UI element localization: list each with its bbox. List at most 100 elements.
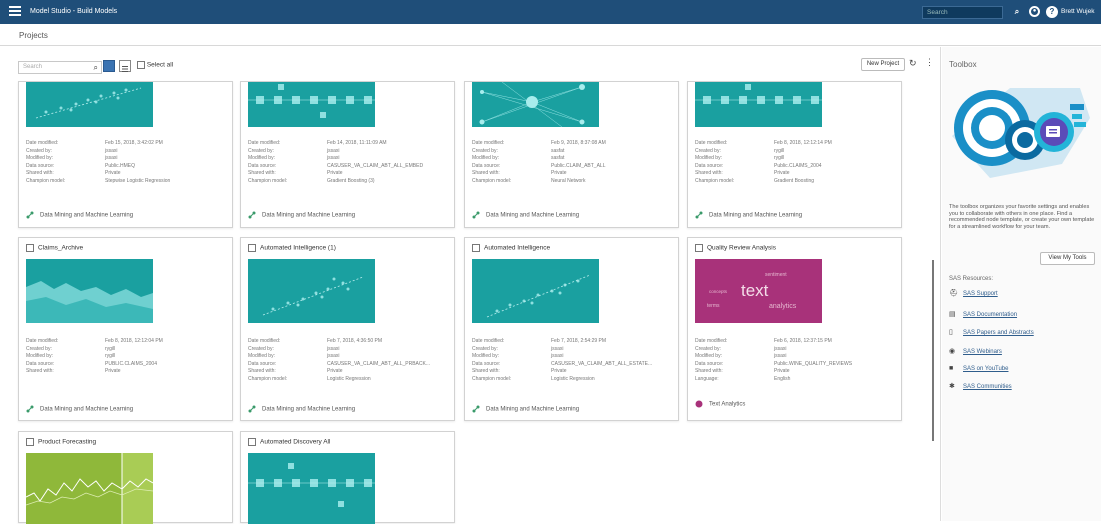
projects-search-input[interactable]: Search ⌕ bbox=[18, 61, 102, 74]
toolbox-description: The toolbox organizes your favorite sett… bbox=[949, 204, 1095, 230]
project-thumbnail bbox=[248, 82, 375, 127]
list-view-button[interactable] bbox=[119, 60, 131, 72]
card-title[interactable]: Automated Intelligence (1) bbox=[260, 245, 336, 252]
project-card[interactable]: Product Forecasting bbox=[18, 431, 233, 524]
project-card[interactable]: Automated Intelligence Date modified: Feb… bbox=[464, 237, 679, 421]
select-all-label: Select all bbox=[146, 61, 174, 69]
project-thumbnail: text sentiment analytics terms concepts bbox=[695, 259, 822, 323]
card-header: Automated Intelligence (1) bbox=[241, 238, 454, 256]
select-all[interactable]: Select all bbox=[137, 61, 173, 69]
card-header: Automated Discovery All bbox=[241, 432, 454, 450]
support-icon: ⛑ bbox=[949, 290, 958, 297]
card-title[interactable]: Automated Discovery All bbox=[260, 439, 330, 446]
word-cloud-word: concepts bbox=[709, 289, 728, 294]
page-title: Projects bbox=[19, 31, 48, 40]
new-project-button[interactable]: New Project bbox=[861, 58, 905, 71]
project-type: Data Mining and Machine Learning bbox=[26, 405, 133, 413]
card-title[interactable]: Product Forecasting bbox=[38, 439, 96, 446]
document-icon: ▯ bbox=[949, 329, 953, 336]
card-title[interactable]: Quality Review Analysis bbox=[707, 245, 776, 252]
word-cloud-word: sentiment bbox=[765, 272, 787, 278]
refresh-icon[interactable]: ↻ bbox=[909, 58, 917, 69]
data-mining-icon bbox=[472, 211, 480, 219]
project-type: Data Mining and Machine Learning bbox=[695, 211, 802, 219]
text-analytics-icon bbox=[695, 400, 703, 408]
hamburger-menu-icon[interactable] bbox=[9, 6, 21, 17]
sas-resources-title: SAS Resources: bbox=[949, 276, 994, 282]
search-placeholder: Search bbox=[23, 64, 43, 70]
card-checkbox[interactable] bbox=[248, 438, 256, 446]
app-title: Model Studio - Build Models bbox=[30, 8, 118, 15]
global-search-input[interactable]: Search bbox=[922, 6, 1003, 19]
project-card[interactable]: Date modified: Feb 8, 2018, 12:12:14 PM C… bbox=[687, 81, 902, 228]
search-icon[interactable]: ⌕ bbox=[1011, 6, 1023, 18]
top-bar: Model Studio - Build Models Search ⌕ ● ?… bbox=[0, 0, 1101, 24]
word-cloud-word: terms bbox=[707, 303, 720, 309]
project-thumbnail bbox=[472, 259, 599, 323]
grid-view-button[interactable] bbox=[103, 60, 115, 72]
search-icon[interactable]: ⌕ bbox=[94, 63, 98, 73]
resource-sas-youtube[interactable]: ■ SAS on YouTube bbox=[949, 365, 1008, 372]
card-header: Automated Intelligence bbox=[465, 238, 678, 256]
resource-sas-communities[interactable]: ✱ SAS Communities bbox=[949, 382, 1012, 390]
project-card[interactable]: Date modified: Feb 14, 2018, 11:11:09 AM … bbox=[240, 81, 455, 228]
project-meta: Date modified: Feb 15, 2018, 3:42:02 PM C… bbox=[26, 140, 171, 184]
card-checkbox[interactable] bbox=[472, 244, 480, 252]
card-checkbox[interactable] bbox=[695, 244, 703, 252]
data-mining-icon bbox=[472, 405, 480, 413]
card-checkbox[interactable] bbox=[248, 244, 256, 252]
project-meta: Date modified: Feb 7, 2018, 4:36:50 PM Cr… bbox=[248, 338, 431, 382]
resource-sas-papers[interactable]: ▯ SAS Papers and Abstracts bbox=[949, 328, 1034, 336]
project-type: Data Mining and Machine Learning bbox=[26, 211, 133, 219]
project-thumbnail bbox=[26, 453, 153, 524]
project-type: Text Analytics bbox=[695, 400, 745, 408]
project-card[interactable]: Automated Intelligence (1) Date modified… bbox=[240, 237, 455, 421]
project-meta: Date modified: Feb 7, 2018, 2:54:29 PM Cr… bbox=[472, 338, 653, 382]
word-cloud-word: analytics bbox=[769, 303, 797, 310]
data-mining-icon bbox=[26, 211, 34, 219]
project-card[interactable]: Date modified: Feb 15, 2018, 3:42:02 PM C… bbox=[18, 81, 233, 228]
card-checkbox[interactable] bbox=[26, 438, 34, 446]
list-icon bbox=[122, 66, 128, 72]
resource-sas-documentation[interactable]: ▤ SAS Documentation bbox=[949, 310, 1017, 318]
project-thumbnail bbox=[472, 82, 599, 127]
data-mining-icon bbox=[26, 405, 34, 413]
card-checkbox[interactable] bbox=[26, 244, 34, 252]
toolbox-panel: Toolbox The toolbox organizes your favor… bbox=[942, 47, 1101, 521]
project-meta: Date modified: Feb 9, 2018, 8:37:08 AM Cr… bbox=[472, 140, 606, 184]
card-header: Quality Review Analysis bbox=[688, 238, 901, 256]
project-type: Data Mining and Machine Learning bbox=[248, 405, 355, 413]
project-type: Data Mining and Machine Learning bbox=[472, 211, 579, 219]
project-type: Data Mining and Machine Learning bbox=[248, 211, 355, 219]
card-header: Product Forecasting bbox=[19, 432, 232, 450]
view-my-tools-button[interactable]: View My Tools bbox=[1040, 252, 1095, 265]
more-options-icon[interactable]: ⋮ bbox=[925, 57, 934, 68]
project-thumbnail bbox=[248, 259, 375, 323]
card-title[interactable]: Automated Intelligence bbox=[484, 245, 550, 252]
toolbox-illustration bbox=[952, 88, 1090, 178]
settings-icon[interactable]: ● bbox=[1029, 6, 1040, 17]
scrollbar[interactable] bbox=[932, 260, 934, 441]
help-icon[interactable]: ? bbox=[1046, 6, 1058, 18]
project-card[interactable]: Quality Review Analysis text sentiment a… bbox=[687, 237, 902, 421]
select-all-checkbox[interactable] bbox=[137, 61, 145, 69]
project-thumbnail bbox=[248, 453, 375, 524]
card-title[interactable]: Claims_Archive bbox=[38, 245, 83, 252]
resource-sas-support[interactable]: ⛑ SAS Support bbox=[949, 289, 998, 297]
project-meta: Date modified: Feb 8, 2018, 12:12:14 PM C… bbox=[695, 140, 832, 184]
project-thumbnail bbox=[26, 259, 153, 323]
project-meta: Date modified: Feb 14, 2018, 11:11:09 AM … bbox=[248, 140, 424, 184]
resource-sas-webinars[interactable]: ◉ SAS Webinars bbox=[949, 347, 1002, 355]
book-icon: ▤ bbox=[949, 311, 956, 318]
project-meta: Date modified: Feb 8, 2018, 12:12:04 PM C… bbox=[26, 338, 163, 375]
project-card[interactable]: Date modified: Feb 9, 2018, 8:37:08 AM Cr… bbox=[464, 81, 679, 228]
user-name[interactable]: Brett Wujek bbox=[1061, 8, 1094, 15]
project-type: Data Mining and Machine Learning bbox=[472, 405, 579, 413]
data-mining-icon bbox=[248, 405, 256, 413]
project-card[interactable]: Claims_Archive Date modified: Feb 8, 2018… bbox=[18, 237, 233, 421]
project-card[interactable]: Automated Discovery All bbox=[240, 431, 455, 524]
data-mining-icon bbox=[695, 211, 703, 219]
page-header: Projects bbox=[0, 24, 1101, 46]
card-header: Claims_Archive bbox=[19, 238, 232, 256]
community-icon: ✱ bbox=[949, 383, 955, 390]
